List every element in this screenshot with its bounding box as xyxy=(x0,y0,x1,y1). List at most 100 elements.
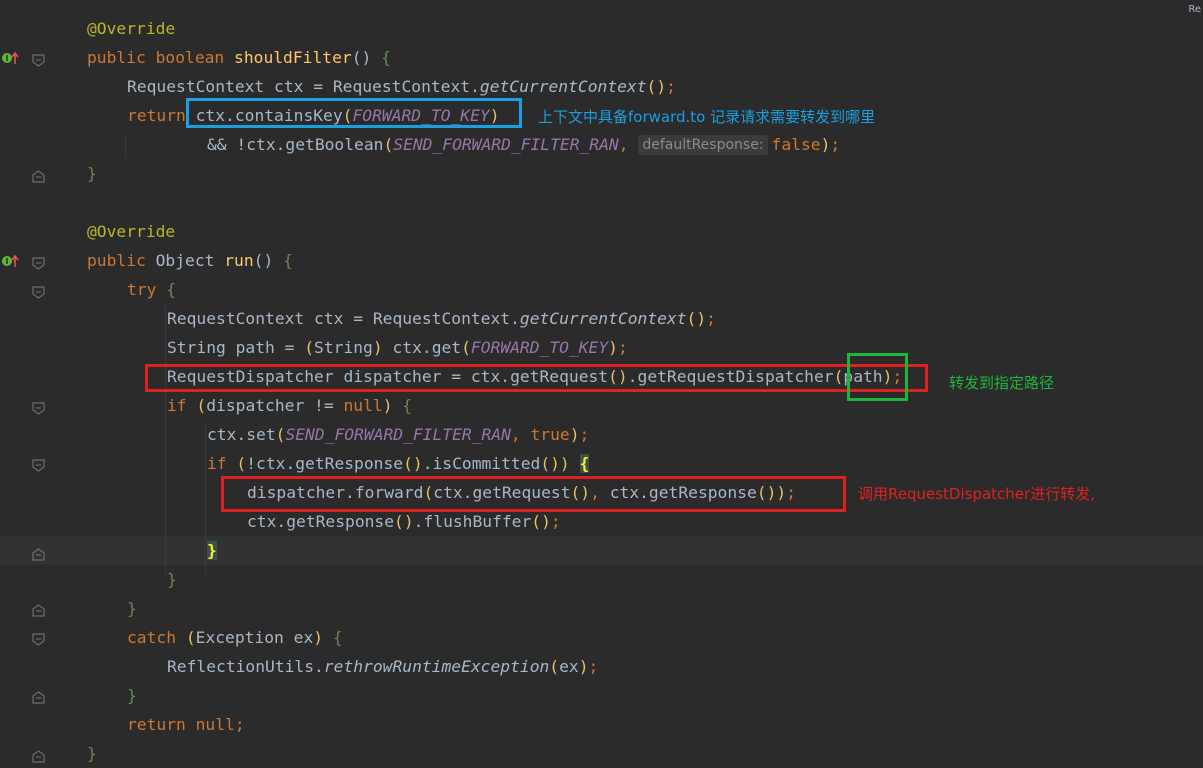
fold-end-icon[interactable] xyxy=(32,748,45,767)
code-token: ) xyxy=(569,425,580,444)
fold-open-icon[interactable] xyxy=(32,631,45,650)
code-token: null xyxy=(343,396,383,415)
code-token: () xyxy=(686,309,707,328)
svg-text:I: I xyxy=(6,54,9,63)
code-token: ( xyxy=(461,338,471,357)
code-token: SEND_FORWARD_FILTER_RAN xyxy=(285,425,511,444)
code-token: .flushBuffer xyxy=(413,512,532,531)
code-line[interactable]: ReflectionUtils.rethrowRuntimeException(… xyxy=(0,652,1203,681)
code-token: catch xyxy=(127,628,186,647)
fold-open-icon[interactable] xyxy=(32,284,45,303)
code-token: !ctx.getResponse xyxy=(246,454,404,473)
fold-end-icon[interactable] xyxy=(32,546,45,565)
code-token: Exception ex xyxy=(195,628,314,647)
code-line[interactable]: @Override xyxy=(0,14,1203,43)
forward-path-note: 转发到指定路径 xyxy=(949,374,1055,392)
code-line[interactable]: } xyxy=(0,739,1203,768)
code-token: () xyxy=(403,454,423,473)
code-token: ) xyxy=(578,657,589,676)
code-token: ) xyxy=(820,135,831,154)
code-token: () xyxy=(351,48,382,67)
code-token: getCurrentContext xyxy=(519,309,687,328)
code-line[interactable]: } xyxy=(0,594,1203,623)
code-token: if xyxy=(167,396,197,415)
code-line[interactable]: String path = (String) ctx.get(FORWARD_T… xyxy=(0,333,1203,362)
code-token: ; xyxy=(706,309,716,328)
code-token: { xyxy=(381,48,391,67)
code-token: } xyxy=(207,541,217,560)
code-token: { xyxy=(283,251,293,270)
code-token: ; xyxy=(550,512,561,531)
code-token: } xyxy=(87,164,97,183)
parameter-hint: defaultResponse: xyxy=(638,135,768,155)
code-line[interactable]: if (dispatcher != null) { xyxy=(0,391,1203,420)
fold-end-icon[interactable] xyxy=(32,602,45,621)
code-line[interactable]: RequestContext ctx = RequestContext.getC… xyxy=(0,304,1203,333)
override-method-icon[interactable]: I xyxy=(1,253,19,272)
code-line[interactable]: ctx.set(SEND_FORWARD_FILTER_RAN, true); xyxy=(0,420,1203,449)
code-token: true xyxy=(530,425,570,444)
code-line[interactable] xyxy=(0,188,1203,217)
code-line[interactable]: catch (Exception ex) { xyxy=(0,623,1203,652)
forward-call-highlight-box xyxy=(221,476,846,512)
code-token: } xyxy=(87,744,97,763)
code-token: () xyxy=(394,512,414,531)
code-line[interactable]: } xyxy=(0,681,1203,710)
code-token: ; xyxy=(588,657,599,676)
code-line[interactable]: } xyxy=(0,536,1203,565)
code-line[interactable]: } xyxy=(0,159,1203,188)
code-token: () xyxy=(253,251,284,270)
code-editor[interactable]: @Override public boolean shouldFilter() {… xyxy=(0,0,1203,768)
path-argument-highlight-box xyxy=(847,353,908,401)
code-token: .isCommitted xyxy=(422,454,541,473)
fold-end-icon[interactable] xyxy=(32,689,45,708)
code-line[interactable]: if (!ctx.getResponse().isCommitted()) { xyxy=(0,449,1203,478)
code-token: { xyxy=(166,280,177,299)
code-token: String path = xyxy=(167,338,305,357)
code-token: Object xyxy=(155,251,225,270)
code-token: ( xyxy=(196,396,207,415)
code-token: dispatcher != xyxy=(206,396,344,415)
indent-guide xyxy=(125,133,126,157)
code-token: ReflectionUtils. xyxy=(167,657,324,676)
code-line[interactable]: RequestContext ctx = RequestContext.getC… xyxy=(0,72,1203,101)
code-token: ( xyxy=(549,657,560,676)
code-token: ( xyxy=(185,628,196,647)
code-token: ; xyxy=(579,425,590,444)
fold-open-icon[interactable] xyxy=(32,457,45,476)
fold-open-icon[interactable] xyxy=(32,52,45,71)
fold-open-icon[interactable] xyxy=(32,400,45,419)
code-token: ( xyxy=(383,135,394,154)
code-token: ) xyxy=(313,628,333,647)
override-method-icon[interactable]: I xyxy=(1,50,19,69)
code-token: ( xyxy=(275,425,286,444)
code-line[interactable]: } xyxy=(0,565,1203,594)
fold-end-icon[interactable] xyxy=(32,168,45,187)
code-token: ex xyxy=(559,657,579,676)
code-line[interactable]: @Override xyxy=(0,217,1203,246)
code-token: return null xyxy=(127,715,235,734)
code-token: ( xyxy=(304,338,315,357)
code-line[interactable]: public boolean shouldFilter() { xyxy=(0,43,1203,72)
dispatcher-forward-note: 调用RequestDispatcher进行转发, xyxy=(858,485,1095,503)
code-token: } xyxy=(127,686,137,705)
dispatcher-line-highlight-box xyxy=(145,364,928,392)
code-line[interactable]: && !ctx.getBoolean(SEND_FORWARD_FILTER_R… xyxy=(0,130,1203,159)
code-token: ) xyxy=(382,396,403,415)
code-token: , xyxy=(618,135,639,154)
code-line[interactable]: return null; xyxy=(0,710,1203,739)
code-token: ; xyxy=(830,135,841,154)
code-token: } xyxy=(167,570,177,589)
code-token: @Override xyxy=(87,222,176,241)
indent-guide xyxy=(165,306,166,573)
code-token: shouldFilter xyxy=(234,48,352,67)
fold-open-icon[interactable] xyxy=(32,255,45,274)
code-line[interactable]: public Object run() { xyxy=(0,246,1203,275)
code-token: ctx.getResponse xyxy=(247,512,395,531)
code-token: getCurrentContext xyxy=(479,77,647,96)
code-line[interactable]: try { xyxy=(0,275,1203,304)
indent-guide xyxy=(205,480,206,543)
code-token: RequestContext ctx = RequestContext. xyxy=(127,77,480,96)
code-token: if xyxy=(207,454,237,473)
code-token: ) xyxy=(372,338,393,357)
